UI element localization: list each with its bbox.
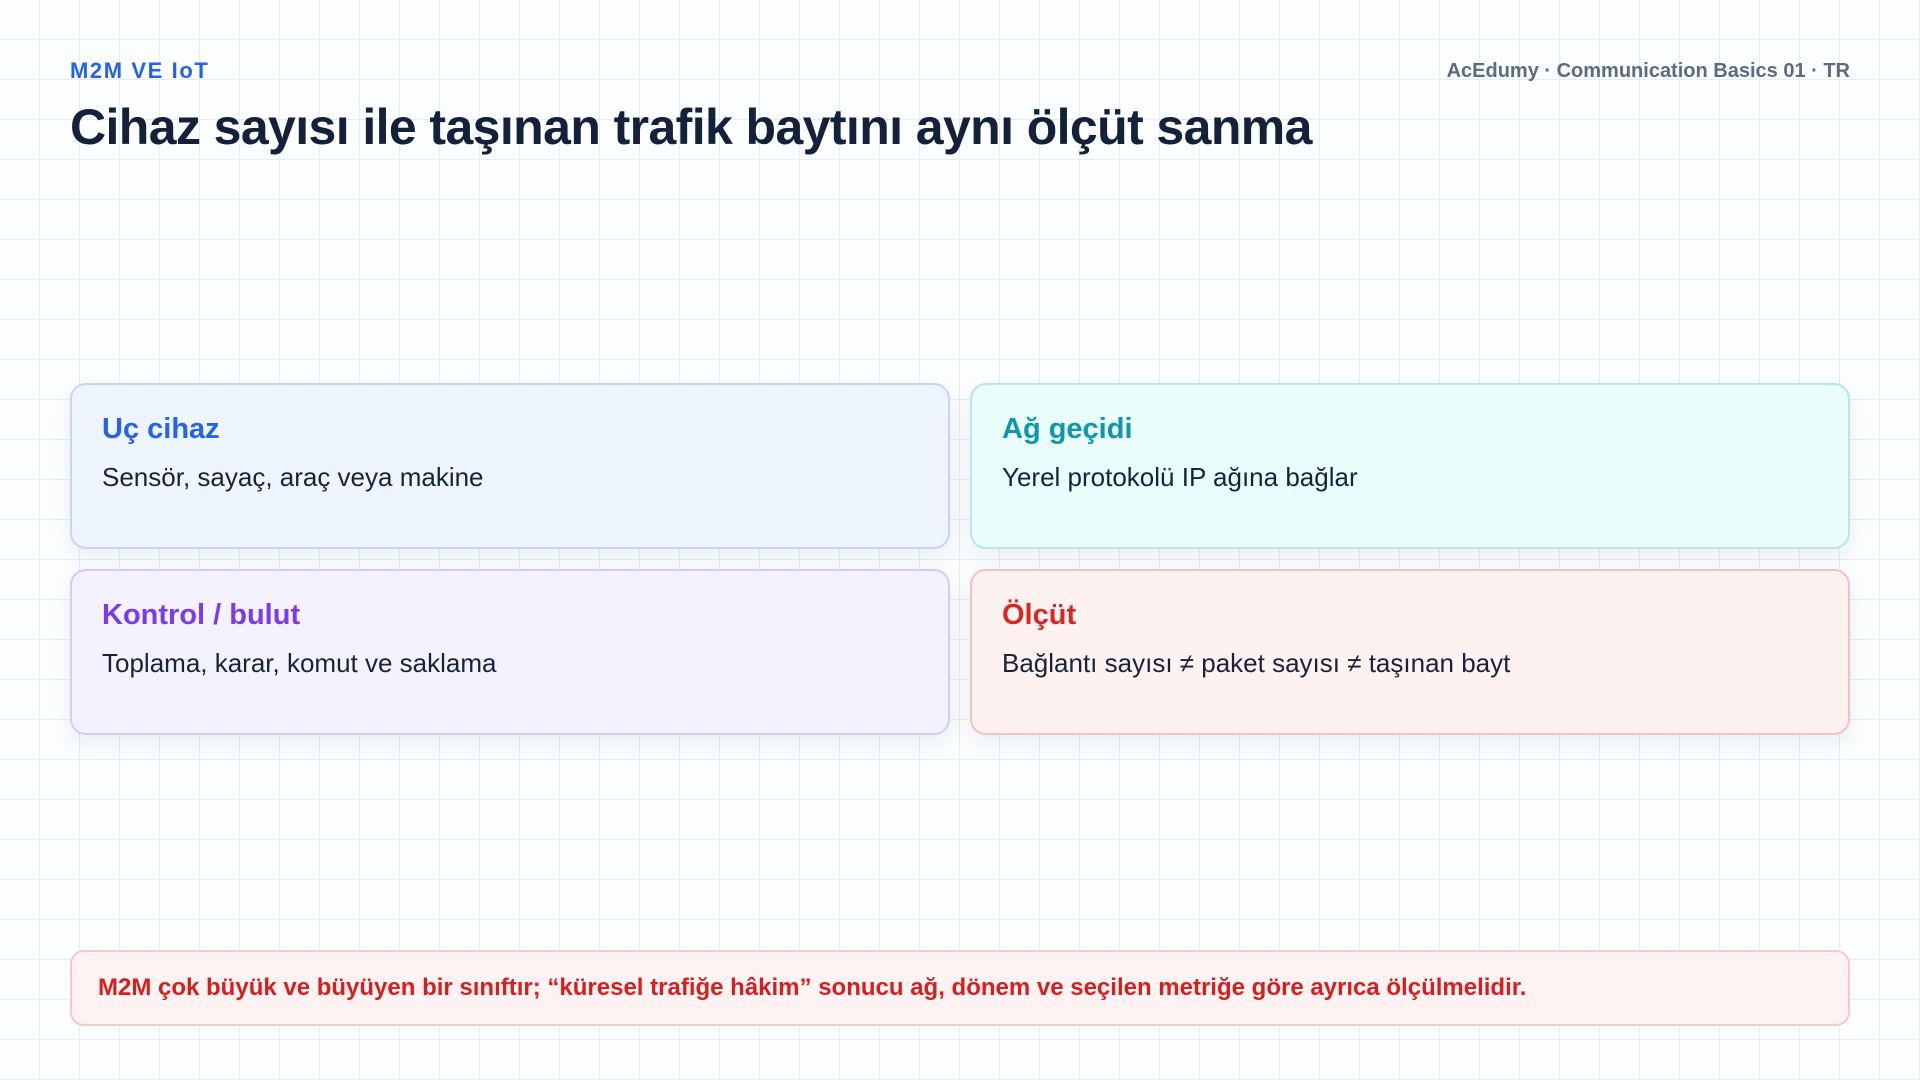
warning-note: M2M çok büyük ve büyüyen bir sınıftır; “… (70, 950, 1850, 1026)
card-grid: Uç cihaz Sensör, sayaç, araç veya makine… (70, 383, 1850, 735)
card-title: Kontrol / bulut (102, 599, 301, 631)
section-eyebrow: M2M VE IoT (70, 58, 210, 83)
card-body: Sensör, sayaç, araç veya makine (102, 462, 484, 492)
card-body: Toplama, karar, komut ve saklama (102, 648, 497, 678)
card-title: Ağ geçidi (1002, 413, 1133, 445)
course-meta: AcEdumy · Communication Basics 01 · TR (1446, 60, 1850, 82)
card-body: Bağlantı sayısı ≠ paket sayısı ≠ taşınan… (1002, 648, 1511, 678)
card-title: Ölçüt (1002, 599, 1077, 631)
page-title: Cihaz sayısı ile taşınan trafik baytını … (70, 99, 1312, 155)
card-end-device: Uç cihaz Sensör, sayaç, araç veya makine (70, 383, 950, 549)
card-metric: Ölçüt Bağlantı sayısı ≠ paket sayısı ≠ t… (970, 569, 1850, 735)
card-title: Uç cihaz (102, 413, 220, 445)
card-body: Yerel protokolü IP ağına bağlar (1002, 462, 1358, 492)
card-gateway: Ağ geçidi Yerel protokolü IP ağına bağla… (970, 383, 1850, 549)
card-control-cloud: Kontrol / bulut Toplama, karar, komut ve… (70, 569, 950, 735)
